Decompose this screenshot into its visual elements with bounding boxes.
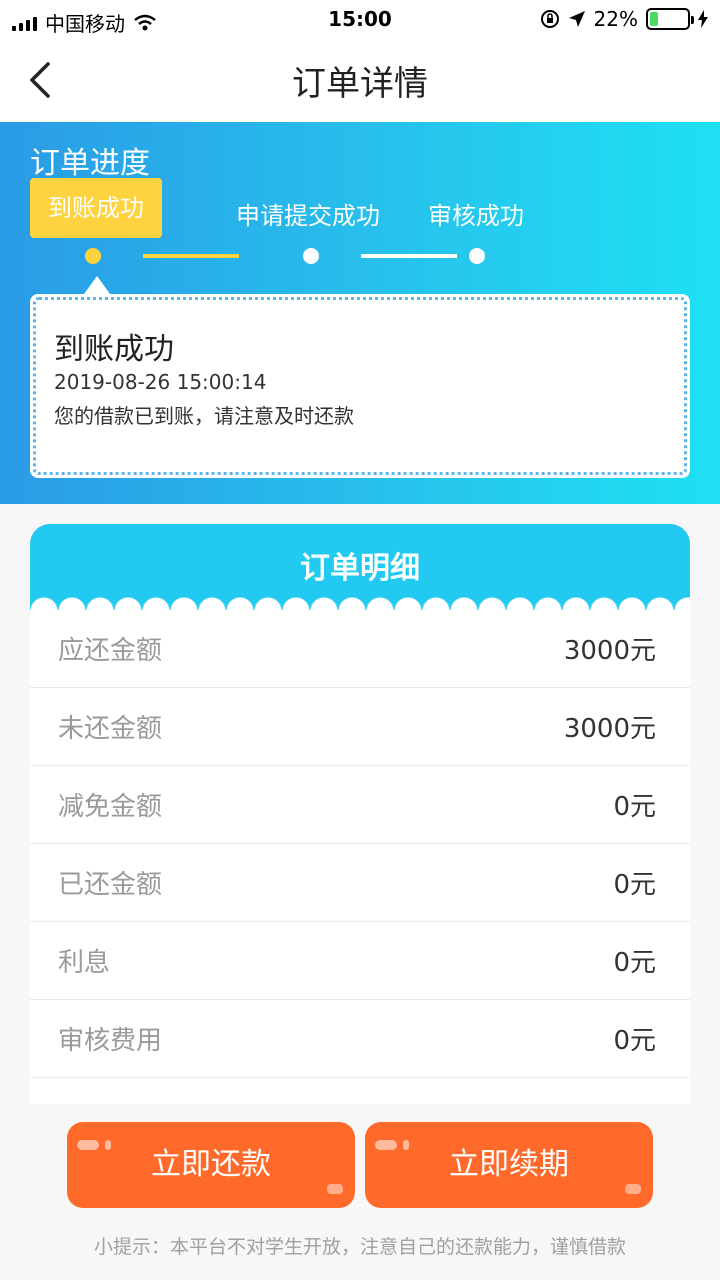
renew-now-label: 立即续期 xyxy=(449,1147,569,1182)
repay-now-label: 立即还款 xyxy=(151,1147,271,1182)
detail-row-paid: 已还金额 0元 xyxy=(30,844,690,922)
step-dot xyxy=(303,248,319,264)
row-value: 0元 xyxy=(613,1026,656,1056)
nav-bar: 订单详情 xyxy=(0,40,720,122)
row-value: 3000元 xyxy=(563,714,656,744)
detail-row-unpaid: 未还金额 3000元 xyxy=(30,688,690,766)
row-label: 减免金额 xyxy=(58,792,163,822)
battery-icon xyxy=(646,8,694,30)
detail-row-review-fee: 审核费用 0元 xyxy=(30,1000,690,1078)
tip-text: 小提示：本平台不对学生开放，注意自己的还款能力，谨慎借款 xyxy=(93,1236,626,1258)
step-submitted: 申请提交成功 xyxy=(236,202,380,230)
detail-row-amount-due: 应还金额 3000元 xyxy=(30,610,690,688)
card-pointer xyxy=(84,276,110,294)
row-value: 0元 xyxy=(613,792,656,822)
order-detail-header: 订单明细 xyxy=(30,524,690,611)
status-right: 22% xyxy=(540,7,708,31)
row-label: 利息 xyxy=(58,948,111,978)
row-label: 审核费用 xyxy=(58,1026,163,1056)
battery-percent: 22% xyxy=(593,7,638,31)
wave-decoration xyxy=(30,597,690,611)
step-dot xyxy=(469,248,485,264)
detail-row-waived: 减免金额 0元 xyxy=(30,766,690,844)
charging-icon xyxy=(698,10,708,28)
status-bar: 中国移动 15:00 22% xyxy=(0,0,720,40)
row-value: 3000元 xyxy=(563,636,656,666)
renew-now-button[interactable]: 立即续期 xyxy=(365,1122,653,1208)
row-label: 未还金额 xyxy=(58,714,163,744)
step-approved: 审核成功 xyxy=(428,202,524,230)
detail-description: 您的借款已到账，请注意及时还款 xyxy=(54,404,354,428)
detail-row-interest: 利息 0元 xyxy=(30,922,690,1000)
step-dot-active xyxy=(85,248,101,264)
step-received: 到账成功 xyxy=(30,178,162,238)
page-title: 订单详情 xyxy=(292,64,428,104)
row-value: 0元 xyxy=(613,870,656,900)
progress-detail-card: 到账成功 2019-08-26 15:00:14 您的借款已到账，请注意及时还款 xyxy=(30,276,690,478)
repay-now-button[interactable]: 立即还款 xyxy=(67,1122,355,1208)
progress-title: 订单进度 xyxy=(30,146,150,181)
order-detail-panel: 订单明细 应还金额 3000元 未还金额 3000元 减免金额 0元 已还金额 … xyxy=(30,524,690,1104)
orientation-lock-icon xyxy=(540,10,559,28)
step-connector xyxy=(361,254,457,258)
row-label: 已还金额 xyxy=(58,870,163,900)
step-connector-active xyxy=(143,254,239,258)
row-value: 0元 xyxy=(613,948,656,978)
order-detail-list: 应还金额 3000元 未还金额 3000元 减免金额 0元 已还金额 0元 利息… xyxy=(30,610,690,1078)
row-label: 应还金额 xyxy=(58,636,163,666)
detail-timestamp: 2019-08-26 15:00:14 xyxy=(54,370,267,394)
detail-status: 到账成功 xyxy=(54,332,174,367)
order-progress-panel: 订单进度 到账成功 申请提交成功 审核成功 到账成功 2019-08-26 15… xyxy=(0,122,720,504)
location-icon xyxy=(568,11,585,27)
